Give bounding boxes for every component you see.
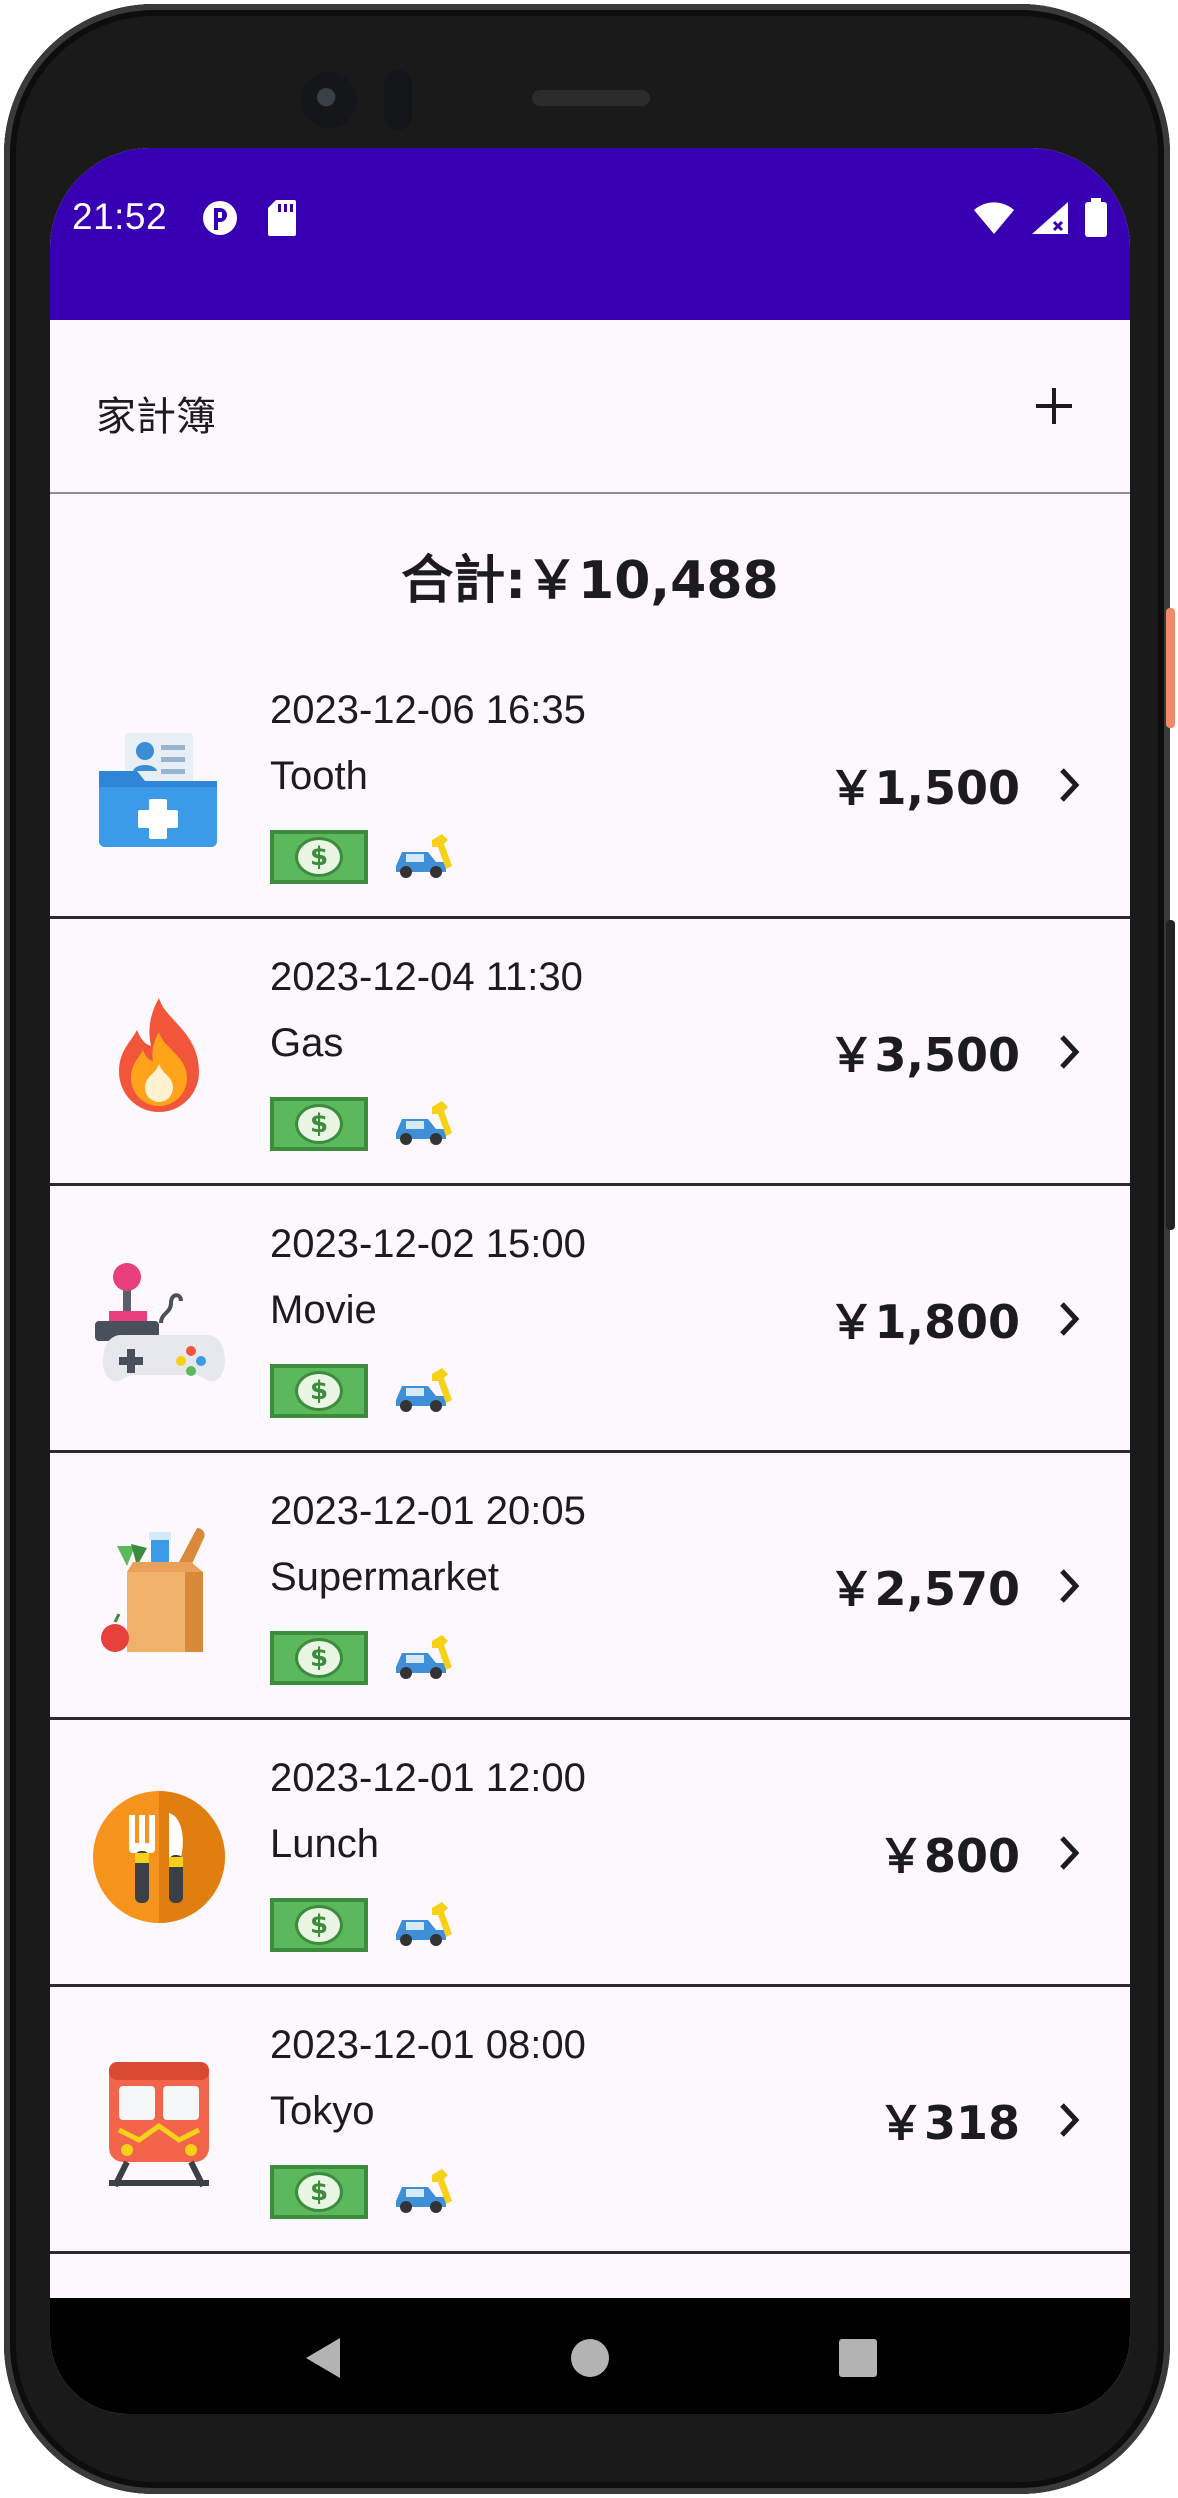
battery-icon — [1084, 198, 1108, 242]
list-item[interactable]: 2023-12-06 16:35 Tooth $ ￥1,500 — [50, 652, 1130, 919]
chevron-right-icon — [1050, 2095, 1090, 2145]
cash-icon: $ — [270, 1898, 368, 1952]
list-item[interactable]: 2023-12-02 15:00 Movie $ ￥1,800 — [50, 1186, 1130, 1453]
cash-icon: $ — [270, 2165, 368, 2219]
car-repair-icon — [392, 830, 458, 884]
item-name: Tooth — [270, 754, 368, 798]
volume-button — [1166, 920, 1175, 1230]
item-amount: ￥1,500 — [828, 761, 1020, 815]
flame-icon — [90, 987, 228, 1125]
chevron-right-icon — [1050, 760, 1090, 810]
cash-icon: $ — [270, 1631, 368, 1685]
chevron-right-icon — [1050, 1828, 1090, 1878]
item-amount: ￥800 — [877, 1829, 1020, 1883]
back-icon — [306, 2338, 340, 2378]
status-time: 21:52 — [72, 196, 168, 237]
signal-icon — [1030, 200, 1070, 240]
app-title: 家計簿 — [96, 394, 216, 440]
front-camera — [301, 72, 357, 128]
data-saver-icon — [200, 198, 240, 242]
transaction-list: 2023-12-06 16:35 Tooth $ ￥1,500 2023-12-… — [50, 652, 1130, 2254]
item-date: 2023-12-02 15:00 — [270, 1222, 586, 1266]
list-item[interactable]: 2023-12-01 20:05 Supermarket $ ￥2,570 — [50, 1453, 1130, 1720]
plus-icon — [1036, 388, 1072, 424]
proximity-sensor — [384, 70, 412, 130]
chevron-right-icon — [1050, 1027, 1090, 1077]
grocery-bag-icon — [90, 1521, 228, 1659]
add-button[interactable] — [1024, 376, 1084, 436]
home-icon — [571, 2339, 609, 2377]
chevron-right-icon — [1050, 1561, 1090, 1611]
car-repair-icon — [392, 1364, 458, 1418]
item-date: 2023-12-01 20:05 — [270, 1489, 586, 1533]
wifi-icon — [972, 200, 1016, 240]
cash-icon: $ — [270, 1097, 368, 1151]
item-date: 2023-12-01 08:00 — [270, 2023, 586, 2067]
car-repair-icon — [392, 1631, 458, 1685]
chevron-right-icon — [1050, 1294, 1090, 1344]
recents-button[interactable] — [818, 2318, 898, 2398]
item-name: Movie — [270, 1288, 377, 1332]
item-name: Tokyo — [270, 2089, 375, 2133]
item-name: Supermarket — [270, 1555, 499, 1599]
status-bar: 21:52 — [50, 148, 1130, 320]
total-amount: 合計:￥10,488 — [401, 551, 779, 611]
item-name: Gas — [270, 1021, 344, 1065]
car-repair-icon — [392, 1898, 458, 1952]
list-item[interactable]: 2023-12-04 11:30 Gas $ ￥3,500 — [50, 919, 1130, 1186]
screen: 21:52 家計簿 合計:￥10,488 2023-12-06 16:35 To… — [50, 148, 1130, 2414]
cash-icon: $ — [270, 830, 368, 884]
fork-knife-icon — [90, 1788, 228, 1926]
car-repair-icon — [392, 2165, 458, 2219]
phone-frame: 21:52 家計簿 合計:￥10,488 2023-12-06 16:35 To… — [4, 4, 1170, 2494]
back-button[interactable] — [282, 2318, 362, 2398]
medical-folder-icon — [90, 720, 228, 858]
item-amount: ￥3,500 — [828, 1028, 1020, 1082]
item-date: 2023-12-06 16:35 — [270, 688, 586, 732]
car-repair-icon — [392, 1097, 458, 1151]
cash-icon: $ — [270, 1364, 368, 1418]
earpiece-speaker — [532, 90, 650, 106]
home-button[interactable] — [550, 2318, 630, 2398]
sd-card-icon — [266, 198, 298, 242]
navigation-bar — [50, 2298, 1130, 2414]
game-controller-icon — [90, 1254, 228, 1392]
item-amount: ￥1,800 — [828, 1295, 1020, 1349]
item-amount: ￥2,570 — [828, 1562, 1020, 1616]
list-item[interactable]: 2023-12-01 08:00 Tokyo $ ￥318 — [50, 1987, 1130, 2254]
train-icon — [90, 2055, 228, 2193]
item-date: 2023-12-04 11:30 — [270, 955, 583, 999]
power-button — [1166, 608, 1175, 728]
recents-icon — [839, 2339, 877, 2377]
item-date: 2023-12-01 12:00 — [270, 1756, 586, 1800]
app-bar: 家計簿 — [50, 320, 1130, 494]
item-name: Lunch — [270, 1822, 379, 1866]
item-amount: ￥318 — [877, 2096, 1020, 2150]
list-item[interactable]: 2023-12-01 12:00 Lunch $ ￥800 — [50, 1720, 1130, 1987]
